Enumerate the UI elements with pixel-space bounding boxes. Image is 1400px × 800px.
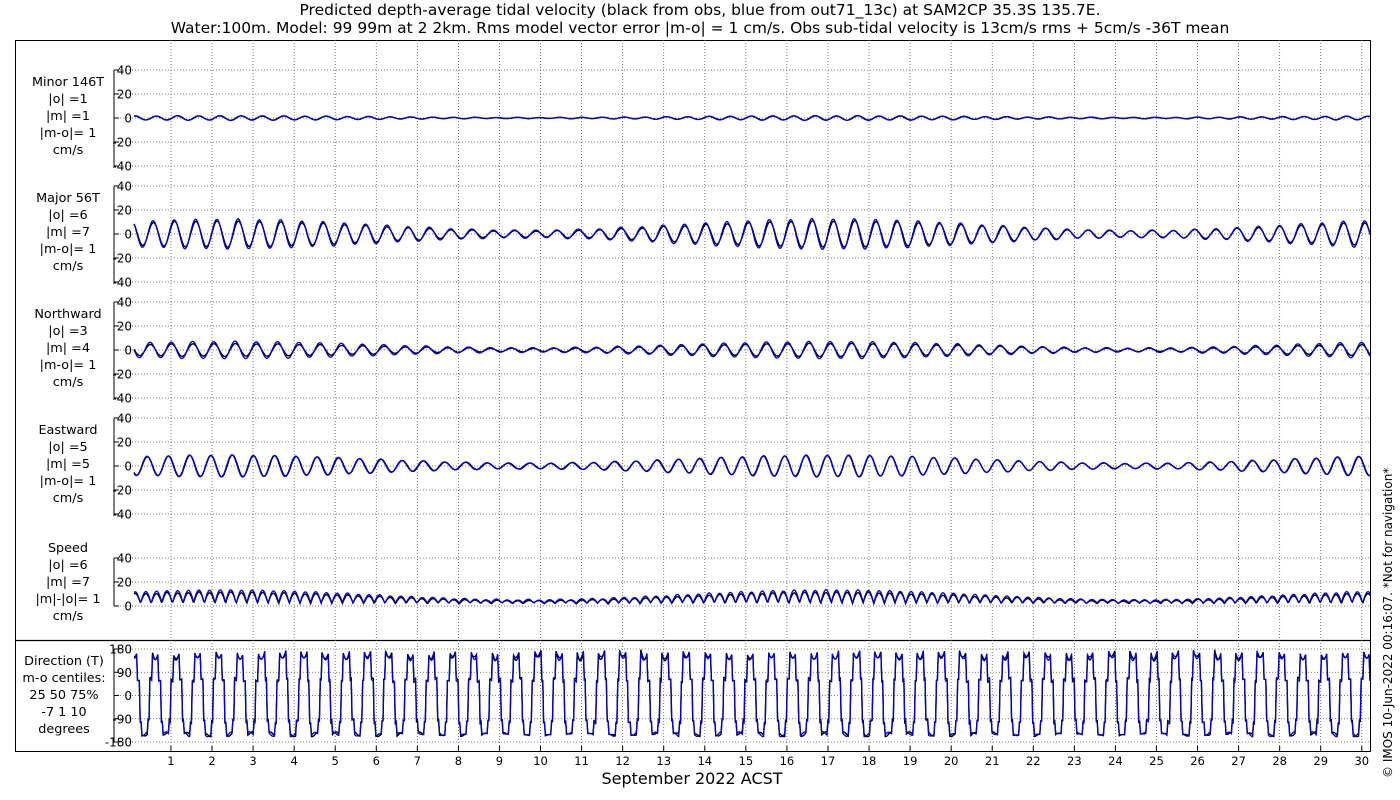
panel-label-line: |m| =7 [45, 225, 91, 240]
panel-label-line: |m|-|o|= 1 [35, 592, 101, 607]
y-tick-label: 90 [117, 666, 132, 680]
panel-label-line: |m| =5 [45, 457, 91, 472]
x-tick-label: 7 [414, 754, 421, 768]
imos-credit: © IMOS 10-Jun-2022 00:16:07. *Not for na… [1381, 467, 1395, 778]
panel-label-line: |m-o|= 1 [39, 358, 97, 373]
x-tick-label: 18 [862, 754, 877, 768]
y-tick-label: 20 [117, 576, 132, 590]
y-tick-label: 20 [117, 88, 132, 102]
figure-frame [15, 40, 1371, 752]
x-tick-label: 19 [903, 754, 918, 768]
y-tick-label: 20 [117, 436, 132, 450]
panel-label-line: |m| =1 [45, 109, 91, 124]
x-tick-label: 29 [1313, 754, 1328, 768]
x-tick-label: 21 [985, 754, 1000, 768]
y-tick-label: 0 [124, 689, 132, 703]
panel-label-line: Eastward [38, 423, 98, 438]
y-tick-label: -40 [112, 276, 132, 290]
y-tick-label: 20 [117, 204, 132, 218]
panel-label-line: degrees [38, 722, 90, 737]
panel-label-line: Major 56T [36, 191, 100, 206]
y-tick-label: 0 [124, 600, 132, 614]
y-tick-label: 0 [124, 112, 132, 126]
x-tick-label: 8 [455, 754, 462, 768]
y-tick-label: 0 [124, 228, 132, 242]
x-tick-label: 13 [656, 754, 671, 768]
x-tick-label: 9 [496, 754, 503, 768]
panel-label-line: |m-o|= 1 [39, 474, 97, 489]
panel-label-line: cm/s [52, 259, 84, 274]
panel-label-line: |o| =5 [48, 440, 88, 455]
panel-label-line: |m-o|= 1 [39, 242, 97, 257]
x-tick-label: 28 [1272, 754, 1287, 768]
panel-label-line: m-o centiles: [22, 671, 106, 686]
panel-label: Speed |o| =6 |m| =7 |m|-|o|= 1 cm/s [18, 540, 118, 625]
x-axis-label: September 2022 ACST [601, 769, 783, 788]
x-tick-label: 15 [739, 754, 754, 768]
panel-label: Major 56T |o| =6 |m| =7 |m-o|= 1 cm/s [18, 190, 118, 275]
panel-label-line: |o| =6 [48, 558, 88, 573]
panel-label: Northward |o| =3 |m| =4 |m-o|= 1 cm/s [18, 306, 118, 391]
x-tick-label: 10 [533, 754, 548, 768]
tidal-velocity-figure: 1 2 3 4 5 6 7 8 9 10 11 12 13 14 15 16 17 18 19 20 21 22 23 24 2… [15, 40, 1371, 768]
x-tick-label: 26 [1190, 754, 1205, 768]
x-tick-label: 12 [615, 754, 630, 768]
y-tick-label: -90 [112, 712, 132, 726]
panel-label-line: 25 50 75% [29, 688, 99, 703]
panel-label-line: |o| =6 [48, 208, 88, 223]
panel-label-line: Speed [47, 541, 89, 556]
y-tick-label: 0 [124, 460, 132, 474]
y-tick-label: 40 [117, 296, 132, 310]
x-tick-label: 14 [697, 754, 712, 768]
x-tick-label: 25 [1149, 754, 1164, 768]
x-tick-label: 30 [1354, 754, 1369, 768]
y-tick-label: 40 [117, 552, 132, 566]
model-series-line [133, 649, 1371, 738]
model-series-line [133, 217, 1371, 251]
panel-label: Direction (T) m-o centiles: 25 50 75% -7 1 … [14, 653, 114, 738]
y-tick-label: -40 [112, 160, 132, 174]
panel-label-line: |m-o|= 1 [39, 126, 97, 141]
panel-label-line: |m| =7 [45, 575, 91, 590]
x-tick-label: 11 [574, 754, 589, 768]
y-tick-label: 40 [117, 180, 132, 194]
panel-label-line: cm/s [52, 609, 84, 624]
panel-label-line: Northward [34, 307, 102, 322]
x-tick-label: 6 [373, 754, 380, 768]
panel-label-line: |o| =3 [48, 324, 88, 339]
panel-label: Eastward |o| =5 |m| =5 |m-o|= 1 cm/s [18, 422, 118, 507]
x-tick-label: 17 [821, 754, 836, 768]
x-tick-label: 5 [332, 754, 339, 768]
panel-label-line: cm/s [52, 143, 84, 158]
x-tick-label: 2 [208, 754, 215, 768]
x-tick-label: 3 [249, 754, 256, 768]
panel-label-line: cm/s [52, 491, 84, 506]
x-tick-label: 22 [1026, 754, 1041, 768]
x-tick-label: 23 [1067, 754, 1082, 768]
model-series-line [133, 588, 1371, 606]
x-tick-label: 4 [290, 754, 297, 768]
y-tick-label: 40 [117, 64, 132, 78]
x-tick-label: 1 [167, 754, 174, 768]
panel-label-line: |m| =4 [45, 341, 91, 356]
x-tick-label: 24 [1108, 754, 1123, 768]
y-tick-label: 40 [117, 412, 132, 426]
x-tick-label: 16 [780, 754, 795, 768]
panel-label-line: Direction (T) [24, 654, 104, 669]
y-tick-label: -40 [112, 508, 132, 522]
panel-label-line: -7 1 10 [41, 705, 87, 720]
panel-label-line: cm/s [52, 375, 84, 390]
panel-label: Minor 146T |o| =1 |m| =1 |m-o|= 1 cm/s [18, 74, 118, 159]
y-tick-label: -40 [112, 392, 132, 406]
x-tick-label: 27 [1231, 754, 1246, 768]
model-series-line [133, 340, 1371, 360]
obs-series-line [133, 220, 1371, 248]
y-tick-label: 0 [124, 344, 132, 358]
y-tick-label: 20 [117, 320, 132, 334]
x-tick-label: 20 [944, 754, 959, 768]
panel-label-line: |o| =1 [48, 92, 88, 107]
panel-label-line: Minor 146T [31, 75, 105, 90]
